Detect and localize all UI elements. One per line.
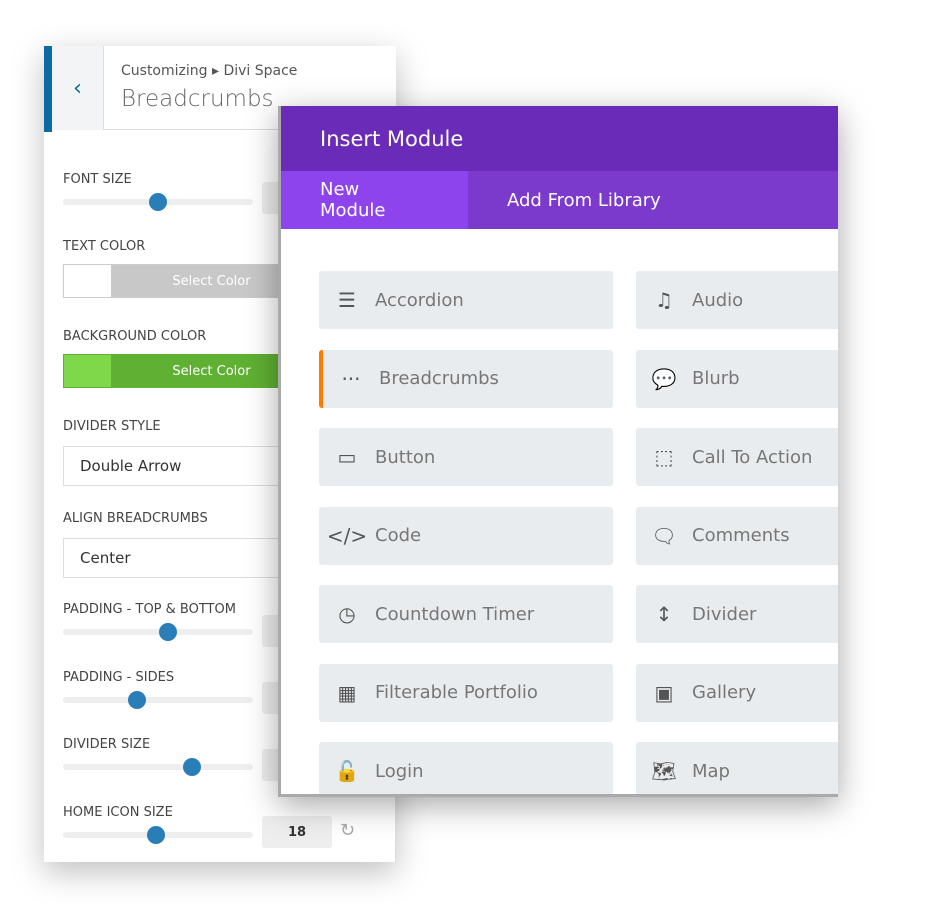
module-label: Call To Action [692, 446, 813, 468]
padding-tb-slider[interactable] [63, 623, 253, 641]
modal-tabs: New Module Add From Library [281, 171, 838, 229]
home-icon-size-slider[interactable] [63, 826, 253, 844]
padding-sides-slider[interactable] [63, 691, 253, 709]
slider-thumb[interactable] [158, 623, 177, 641]
module-label: Countdown Timer [375, 603, 535, 625]
gallery-icon: ▣ [654, 680, 674, 705]
comments-icon: 🗨 [651, 523, 677, 548]
module-label: Map [692, 760, 730, 782]
divider-style-label: DIVIDER STYLE [63, 419, 161, 434]
home-icon-size-input[interactable]: 18 [262, 816, 332, 848]
module-label: Audio [692, 289, 744, 311]
module-blurb[interactable]: 💬 Blurb [636, 349, 838, 408]
module-label: Login [375, 760, 424, 782]
module-label: Filterable Portfolio [375, 682, 538, 703]
module-label: Breadcrumbs [379, 368, 499, 389]
font-size-slider[interactable] [63, 193, 253, 211]
divider-size-label: DIVIDER SIZE [63, 737, 151, 752]
module-label: Accordion [375, 289, 464, 311]
background-color-label: BACKGROUND COLOR [63, 329, 207, 344]
divider-icon: ↕ [655, 602, 673, 626]
slider-thumb[interactable] [183, 758, 202, 776]
tab-new-module[interactable]: New Module [281, 171, 468, 229]
home-icon-size-label: HOME ICON SIZE [63, 805, 173, 820]
module-audio[interactable]: ♫ Audio [636, 271, 838, 329]
text-color-label: TEXT COLOR [63, 239, 146, 254]
background-color-picker[interactable]: Select Color [63, 354, 313, 388]
cursor-click-icon: ⬚ [654, 445, 674, 469]
breadcrumb: Customizing ▸ Divi Space [121, 63, 298, 79]
font-size-label: FONT SIZE [63, 172, 132, 187]
color-swatch [64, 265, 111, 297]
module-countdown-timer[interactable]: ◷ Countdown Timer [319, 585, 613, 643]
insert-module-modal: Insert Module New Module Add From Librar… [278, 106, 838, 797]
divider-style-select[interactable]: Double Arrow [63, 446, 313, 486]
slider-thumb[interactable] [147, 826, 166, 844]
tab-add-from-library[interactable]: Add From Library [468, 171, 700, 229]
reset-icon[interactable]: ↻ [340, 820, 355, 841]
padding-sides-label: PADDING - SIDES [63, 670, 175, 685]
module-divider[interactable]: ↕ Divider [636, 585, 838, 643]
module-call-to-action[interactable]: ⬚ Call To Action [636, 428, 838, 486]
lock-icon: 🔓 [334, 759, 360, 783]
chevron-left-icon: ‹ [73, 75, 82, 101]
module-filterable-portfolio[interactable]: ▦ Filterable Portfolio [319, 663, 613, 722]
slider-thumb[interactable] [149, 193, 167, 211]
module-label: Code [375, 525, 422, 546]
module-label: Gallery [692, 682, 757, 703]
map-icon: 🗺 [651, 759, 677, 783]
slider-thumb[interactable] [128, 691, 147, 709]
module-button[interactable]: ▭ Button [319, 428, 613, 486]
align-select[interactable]: Center [63, 538, 313, 578]
accent-bar [44, 46, 52, 132]
module-login[interactable]: 🔓 Login [319, 742, 613, 794]
module-label: Button [375, 446, 436, 468]
back-button[interactable]: ‹ [52, 46, 104, 130]
divider-size-slider[interactable] [63, 758, 253, 776]
module-label: Divider [692, 603, 757, 625]
module-label: Comments [692, 525, 790, 546]
grid-icon: ▦ [337, 680, 357, 705]
speech-bubble-icon: 💬 [651, 366, 677, 391]
align-label: ALIGN BREADCRUMBS [63, 511, 208, 526]
page-title: Breadcrumbs [121, 86, 274, 112]
color-swatch [64, 355, 111, 387]
timer-icon: ◷ [338, 602, 356, 626]
button-icon: ▭ [337, 445, 357, 469]
module-accordion[interactable]: ☰ Accordion [319, 271, 613, 329]
code-icon: </> [326, 523, 368, 548]
accordion-icon: ☰ [338, 288, 356, 312]
module-gallery[interactable]: ▣ Gallery [636, 663, 838, 722]
modal-title: Insert Module [281, 106, 838, 171]
module-code[interactable]: </> Code [319, 506, 613, 565]
module-comments[interactable]: 🗨 Comments [636, 506, 838, 565]
text-color-picker[interactable]: Select Color [63, 264, 313, 298]
module-breadcrumbs[interactable]: ··· Breadcrumbs [319, 349, 613, 408]
module-map[interactable]: 🗺 Map [636, 742, 838, 794]
dots-icon: ··· [341, 366, 361, 391]
module-label: Blurb [692, 368, 740, 389]
music-note-icon: ♫ [655, 288, 673, 312]
padding-tb-label: PADDING - TOP & BOTTOM [63, 602, 236, 617]
